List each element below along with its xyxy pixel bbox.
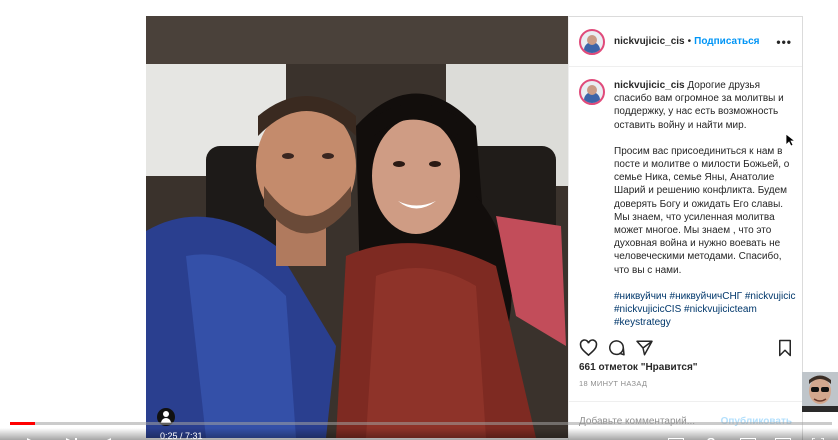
caption-avatar[interactable]: [579, 79, 605, 105]
fullscreen-icon[interactable]: [811, 433, 825, 440]
avatar[interactable]: [579, 28, 605, 55]
time-readout: 0:25 / 7:31: [160, 431, 203, 440]
mouse-cursor-icon: [785, 133, 797, 152]
heart-icon[interactable]: [579, 339, 598, 362]
theater-mode-icon[interactable]: [775, 433, 791, 440]
video-frame: nickvujicic_cis • Подписаться ••• nickvu…: [0, 0, 838, 440]
hashtag-list[interactable]: #никвуйчич #никвуйчичСНГ #nickvujicic #n…: [614, 290, 797, 330]
progress-track[interactable]: [10, 422, 832, 425]
next-icon[interactable]: [66, 433, 78, 440]
follow-button[interactable]: Подписаться: [694, 36, 759, 47]
bookmark-icon[interactable]: [777, 339, 793, 362]
post-photo: [146, 16, 568, 438]
caption-username[interactable]: nickvujicic_cis: [614, 80, 685, 91]
separator-dot: •: [687, 36, 692, 47]
volume-icon[interactable]: [104, 433, 116, 440]
caption-paragraph-2: Просим вас присоединиться к нам в посте …: [614, 145, 790, 276]
miniplayer-icon[interactable]: [740, 433, 756, 440]
like-count[interactable]: 661 отметок "Нравится": [579, 362, 698, 373]
webcam-overlay: [802, 372, 838, 412]
caption-text: nickvujicic_cis Дорогие друзья спасибо в…: [614, 79, 797, 342]
video-letterbox: [0, 0, 146, 440]
post-actions: [579, 339, 795, 361]
settings-icon[interactable]: [706, 433, 716, 440]
comment-icon[interactable]: [607, 339, 626, 362]
post-timestamp: 18 МИНУТ НАЗАД: [579, 379, 648, 388]
play-icon[interactable]: [26, 433, 36, 440]
username-link[interactable]: nickvujicic_cis: [614, 36, 685, 47]
subtitles-icon[interactable]: [668, 433, 684, 440]
more-options-icon[interactable]: •••: [776, 35, 792, 49]
share-icon[interactable]: [635, 339, 654, 362]
progress-fill: [10, 422, 36, 425]
post-side-panel: nickvujicic_cis • Подписаться ••• nickvu…: [568, 16, 803, 440]
post-header: nickvujicic_cis • Подписаться •••: [569, 17, 802, 67]
post-caption: nickvujicic_cis Дорогие друзья спасибо в…: [579, 79, 797, 342]
